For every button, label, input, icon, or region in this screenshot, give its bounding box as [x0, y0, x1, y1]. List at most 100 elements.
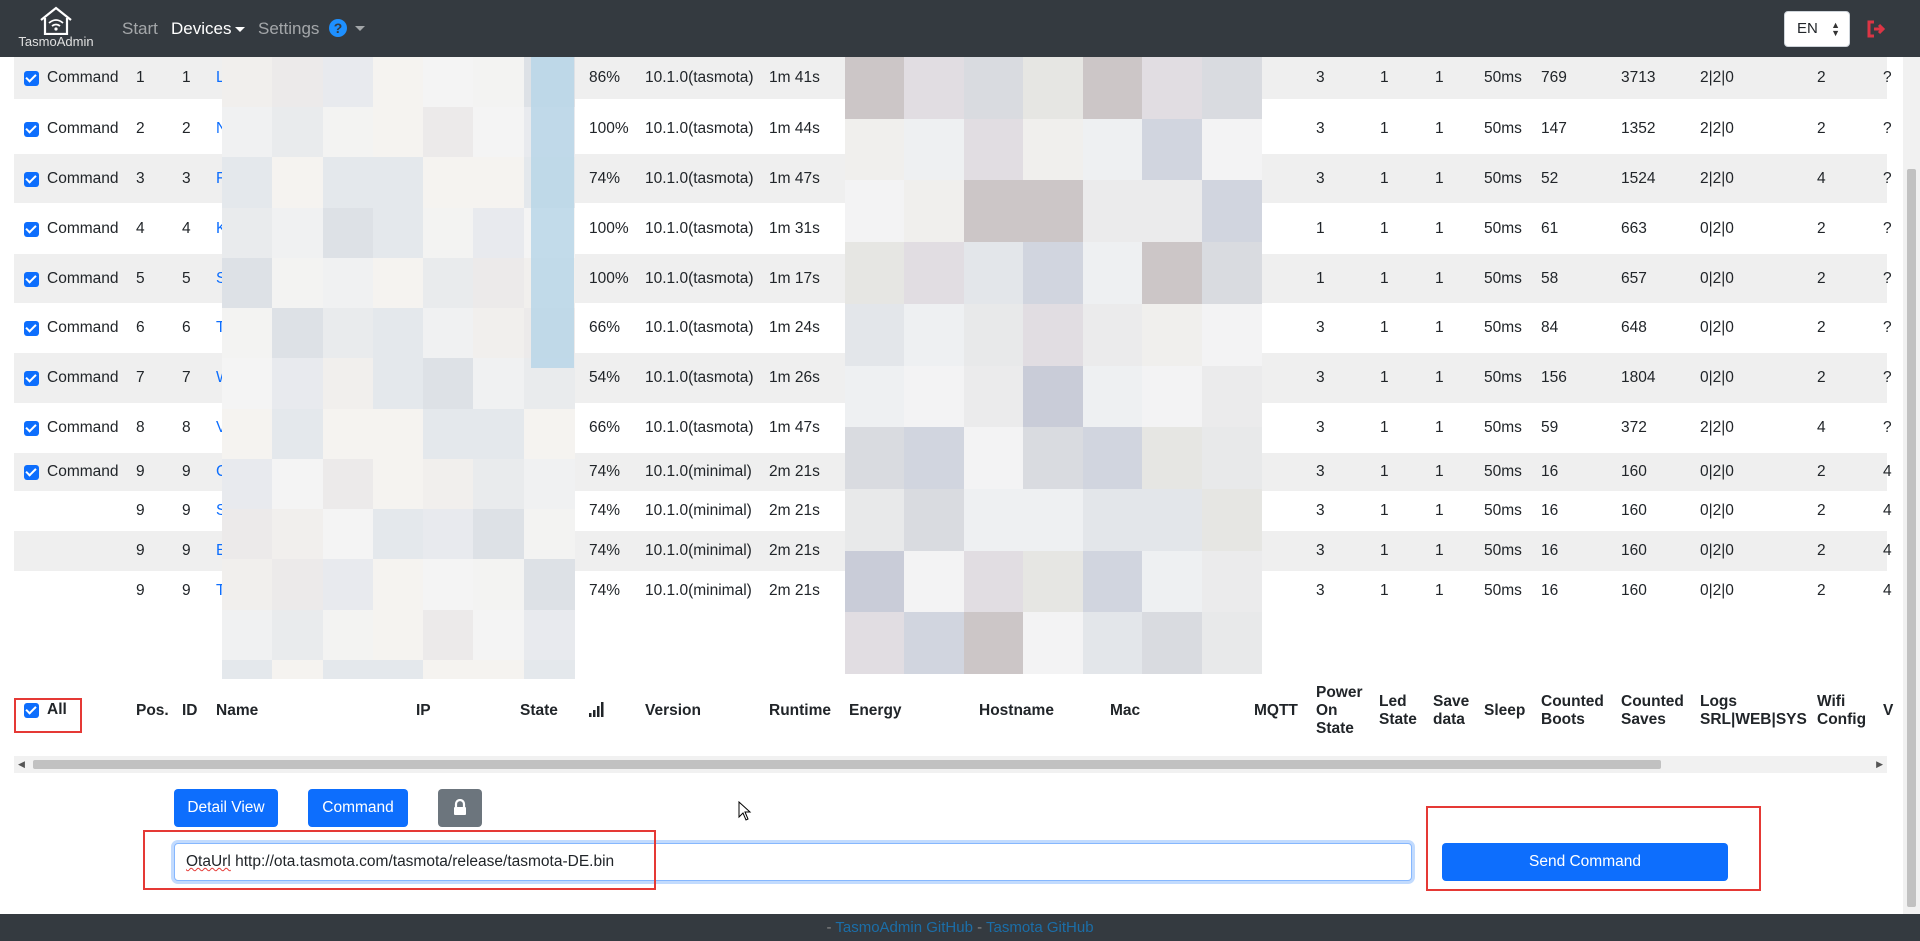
nav-start[interactable]: Start: [122, 19, 158, 39]
row-logs: 0|2|0: [1700, 369, 1734, 386]
scroll-right-icon[interactable]: ▶: [1876, 759, 1883, 770]
row-signal: 100%: [589, 220, 629, 237]
row-counted-saves: 160: [1621, 463, 1647, 480]
row-led-state: 1: [1380, 419, 1389, 436]
redacted-host-mac-block: [845, 57, 1262, 675]
row-counted-saves: 1804: [1621, 369, 1656, 386]
header-counted-boots-line1: Counted: [1541, 693, 1604, 710]
header-state[interactable]: State: [520, 702, 558, 720]
row-counted-saves: 1352: [1621, 120, 1656, 137]
header-save-data[interactable]: Save data: [1433, 693, 1469, 729]
header-mac[interactable]: Mac: [1110, 702, 1140, 720]
row-command-checkbox[interactable]: [24, 122, 39, 137]
row-version: 10.1.0(tasmota): [645, 170, 754, 187]
row-wifi-config: 4: [1817, 170, 1826, 187]
logout-icon[interactable]: [1866, 19, 1886, 39]
row-counted-saves: 3713: [1621, 69, 1656, 86]
lock-button[interactable]: [438, 789, 482, 827]
header-mqtt[interactable]: MQTT: [1254, 702, 1298, 720]
header-energy[interactable]: Energy: [849, 702, 902, 720]
row-counted-boots: 147: [1541, 120, 1567, 137]
row-signal: 74%: [589, 582, 621, 599]
row-save-data: 1: [1435, 270, 1444, 287]
header-name[interactable]: Name: [216, 702, 258, 720]
row-more: ?: [1883, 220, 1892, 237]
command-button[interactable]: Command: [308, 789, 408, 827]
row-more: ?: [1883, 170, 1892, 187]
header-counted-boots[interactable]: Counted Boots: [1541, 693, 1604, 729]
row-command-checkbox[interactable]: [24, 272, 39, 287]
row-pos: 2: [136, 120, 145, 137]
tasmota-github-link[interactable]: Tasmota GitHub: [986, 919, 1094, 936]
row-save-data: 1: [1435, 319, 1444, 336]
row-power-on-state: 3: [1316, 582, 1325, 599]
table-horizontal-scrollbar[interactable]: ◀ ▶: [14, 756, 1887, 773]
row-led-state: 1: [1380, 463, 1389, 480]
header-runtime[interactable]: Runtime: [769, 702, 831, 720]
row-command-checkbox[interactable]: [24, 421, 39, 436]
help-chevron-down-icon[interactable]: [355, 26, 365, 31]
row-power-on-state: 3: [1316, 419, 1325, 436]
row-power-on-state: 3: [1316, 463, 1325, 480]
scroll-left-icon[interactable]: ◀: [18, 759, 25, 770]
row-counted-boots: 16: [1541, 582, 1559, 599]
header-led-state[interactable]: Led State: [1379, 693, 1417, 729]
row-command-checkbox[interactable]: [24, 371, 39, 386]
row-pos: 1: [136, 69, 145, 86]
row-power-on-state: 3: [1316, 502, 1325, 519]
question-circle-icon[interactable]: ?: [329, 19, 347, 37]
row-sleep: 50ms: [1484, 419, 1522, 436]
row-more: ?: [1883, 270, 1892, 287]
header-version[interactable]: Version: [645, 702, 701, 720]
row-counted-saves: 160: [1621, 582, 1647, 599]
header-counted-saves[interactable]: Counted Saves: [1621, 693, 1684, 729]
row-command-checkbox[interactable]: [24, 321, 39, 336]
row-sleep: 50ms: [1484, 170, 1522, 187]
brand-logo[interactable]: TasmoAdmin: [16, 5, 96, 49]
language-select[interactable]: EN ▲ ▼: [1784, 11, 1850, 47]
row-command-label: Command: [47, 463, 119, 480]
header-more[interactable]: V: [1883, 702, 1893, 720]
row-save-data: 1: [1435, 542, 1444, 559]
row-version: 10.1.0(tasmota): [645, 369, 754, 386]
header-sleep[interactable]: Sleep: [1484, 702, 1525, 720]
row-save-data: 1: [1435, 69, 1444, 86]
nav-devices[interactable]: Devices: [171, 19, 246, 39]
header-id[interactable]: ID: [182, 702, 198, 720]
row-counted-boots: 16: [1541, 542, 1559, 559]
signal-bars-icon[interactable]: [588, 701, 606, 717]
row-command-checkbox[interactable]: [24, 465, 39, 480]
header-pos[interactable]: Pos.: [136, 702, 169, 720]
detail-view-button[interactable]: Detail View: [174, 789, 278, 827]
header-power-on-state-line1: Power: [1316, 684, 1363, 701]
row-command-label: Command: [47, 419, 119, 436]
header-wifi-config[interactable]: Wifi Config: [1817, 693, 1866, 729]
row-command-checkbox[interactable]: [24, 222, 39, 237]
nav-settings[interactable]: Settings: [258, 19, 319, 39]
row-counted-saves: 1524: [1621, 170, 1656, 187]
header-led-state-line2: State: [1379, 711, 1417, 728]
row-command-checkbox[interactable]: [24, 71, 39, 86]
horizontal-scroll-thumb[interactable]: [33, 760, 1661, 769]
row-signal: 86%: [589, 69, 621, 86]
vertical-scroll-thumb[interactable]: [1907, 169, 1916, 907]
tasmoadmin-github-link[interactable]: TasmoAdmin GitHub: [835, 919, 973, 936]
header-logs[interactable]: Logs SRL|WEB|SYS: [1700, 693, 1807, 729]
page-vertical-scrollbar[interactable]: [1903, 57, 1920, 914]
highlight-select-all: [14, 698, 82, 733]
header-power-on-state[interactable]: Power On State: [1316, 684, 1363, 738]
row-wifi-config: 2: [1817, 319, 1826, 336]
row-signal: 100%: [589, 120, 629, 137]
header-logs-line1: Logs: [1700, 693, 1738, 710]
row-runtime: 1m 24s: [769, 319, 820, 336]
row-counted-boots: 61: [1541, 220, 1559, 237]
header-ip[interactable]: IP: [416, 702, 431, 720]
header-hostname[interactable]: Hostname: [979, 702, 1054, 720]
row-wifi-config: 2: [1817, 502, 1826, 519]
row-power-on-state: 1: [1316, 220, 1325, 237]
row-pos: 9: [136, 582, 145, 599]
redacted-state-strip: [531, 57, 574, 368]
row-command-checkbox[interactable]: [24, 172, 39, 187]
row-wifi-config: 2: [1817, 542, 1826, 559]
row-led-state: 1: [1380, 69, 1389, 86]
